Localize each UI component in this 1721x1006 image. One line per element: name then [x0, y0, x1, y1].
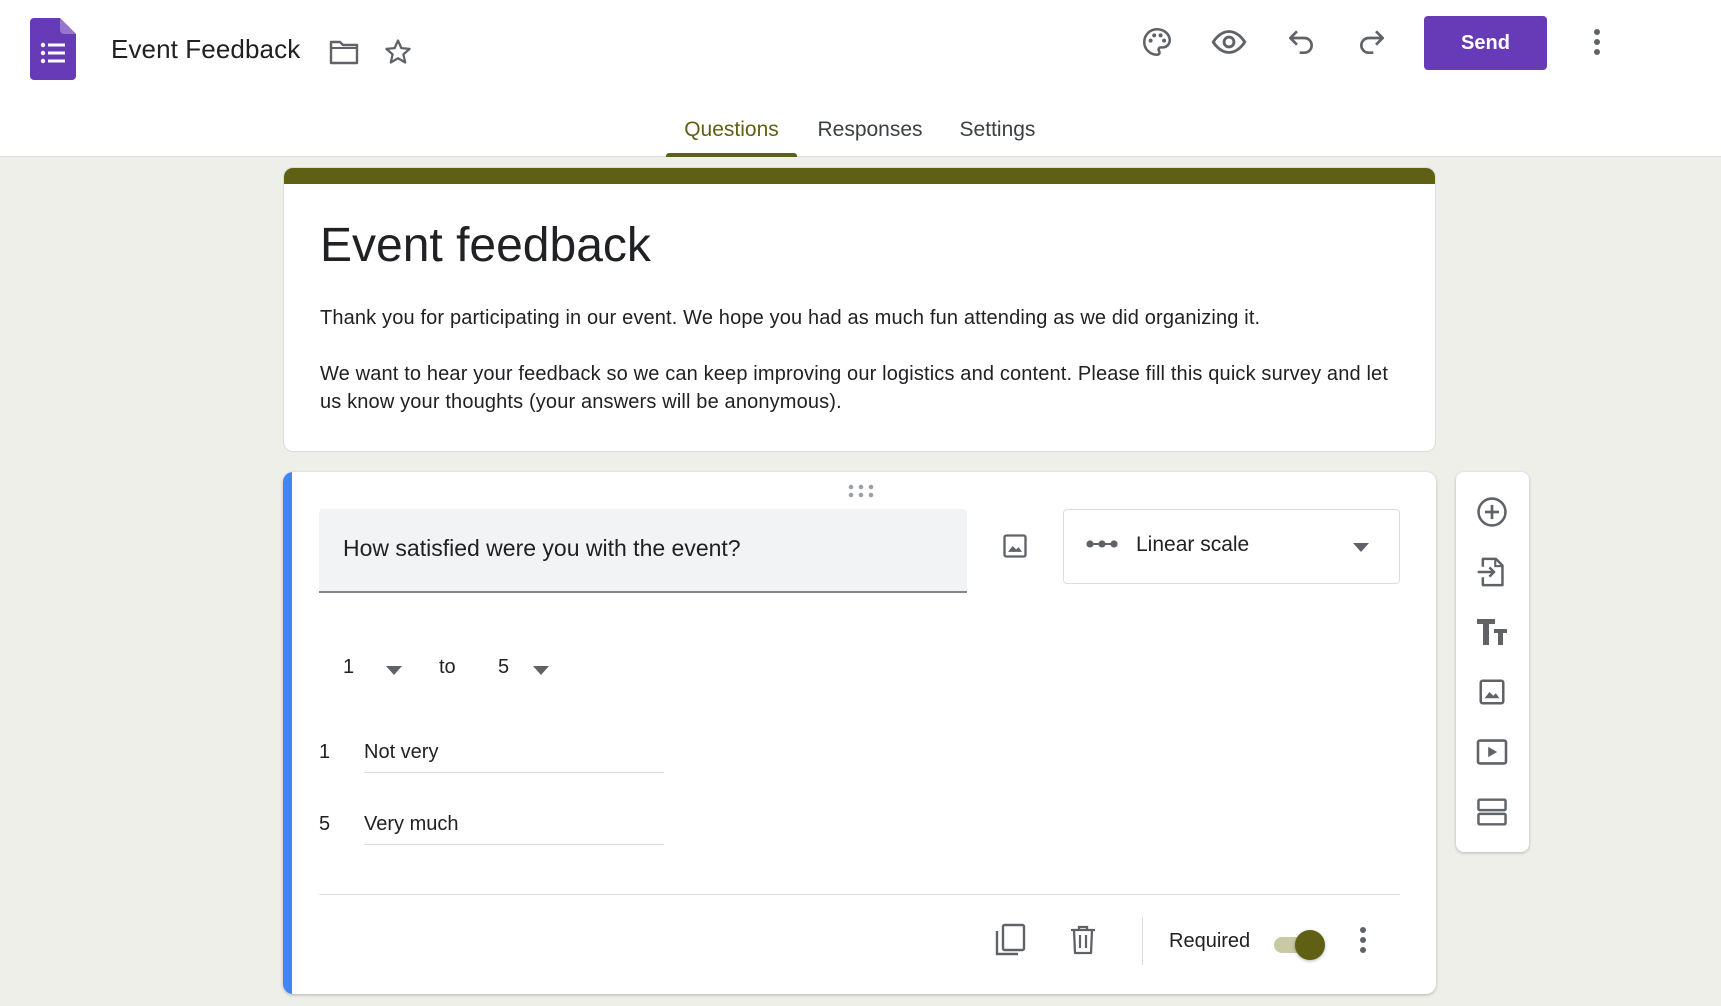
form-title-card[interactable]: Event feedback Thank you for participati… [283, 167, 1436, 452]
preview-icon[interactable] [1205, 18, 1253, 66]
card-footer-divider [319, 894, 1400, 895]
required-label: Required [1169, 930, 1251, 952]
chevron-down-icon [533, 666, 549, 675]
more-vert-icon[interactable] [1573, 18, 1621, 66]
add-section-icon[interactable] [1468, 788, 1516, 836]
scale-to-label: to [439, 656, 456, 678]
drag-handle-icon[interactable] [847, 483, 875, 499]
description-paragraph: We want to hear your feedback so we can … [320, 363, 1389, 413]
high-label-row: 5 Very much [319, 801, 679, 845]
duplicate-icon[interactable] [986, 916, 1034, 964]
tab-responses[interactable]: Responses [810, 104, 930, 157]
redo-icon[interactable] [1348, 18, 1396, 66]
theme-band [284, 168, 1435, 184]
toggle-knob [1295, 930, 1325, 960]
required-toggle[interactable] [1270, 928, 1328, 960]
add-title-icon[interactable] [1468, 608, 1516, 656]
scale-max-select[interactable]: 5 [498, 648, 558, 688]
chevron-down-icon [386, 666, 402, 675]
form-description[interactable]: Thank you for participating in our event… [320, 304, 1410, 444]
forms-logo-icon[interactable] [30, 18, 76, 80]
add-question-icon[interactable] [1468, 488, 1516, 536]
palette-icon[interactable] [1133, 18, 1181, 66]
question-type-dropdown[interactable]: Linear scale [1063, 509, 1400, 584]
high-label-number: 5 [319, 813, 331, 835]
description-paragraph: Thank you for participating in our event… [320, 307, 1261, 329]
linear-scale-icon [1086, 540, 1118, 548]
star-icon[interactable] [374, 28, 422, 76]
active-card-accent [283, 472, 292, 994]
app-header: Event Feedback Send Questions Responses … [0, 0, 1721, 157]
document-title[interactable]: Event Feedback [111, 34, 300, 65]
folder-icon[interactable] [320, 28, 368, 76]
delete-icon[interactable] [1059, 916, 1107, 964]
add-video-icon[interactable] [1468, 728, 1516, 776]
high-label-input[interactable]: Very much [364, 801, 664, 845]
low-label-row: 1 Not very [319, 729, 679, 773]
low-label-number: 1 [319, 741, 331, 763]
scale-min-value: 1 [343, 656, 355, 678]
tab-settings[interactable]: Settings [950, 104, 1045, 157]
question-card[interactable]: How satisfied were you with the event? L… [283, 472, 1436, 994]
send-button[interactable]: Send [1424, 16, 1547, 70]
scale-min-select[interactable]: 1 [343, 648, 403, 688]
scale-range-row: 1 to 5 [283, 648, 883, 688]
side-toolbar [1456, 472, 1529, 852]
footer-vertical-divider [1142, 917, 1143, 965]
question-more-icon[interactable] [1339, 916, 1387, 964]
question-title-input[interactable]: How satisfied were you with the event? [319, 509, 967, 593]
scale-max-value: 5 [498, 656, 510, 678]
low-label-input[interactable]: Not very [364, 729, 664, 773]
import-questions-icon[interactable] [1468, 548, 1516, 596]
chevron-down-icon [1353, 543, 1369, 552]
undo-icon[interactable] [1277, 18, 1325, 66]
add-image-icon[interactable] [1468, 668, 1516, 716]
form-title[interactable]: Event feedback [320, 218, 651, 273]
question-type-label: Linear scale [1136, 533, 1250, 556]
add-image-icon[interactable] [991, 522, 1039, 570]
tab-questions[interactable]: Questions [666, 104, 797, 157]
